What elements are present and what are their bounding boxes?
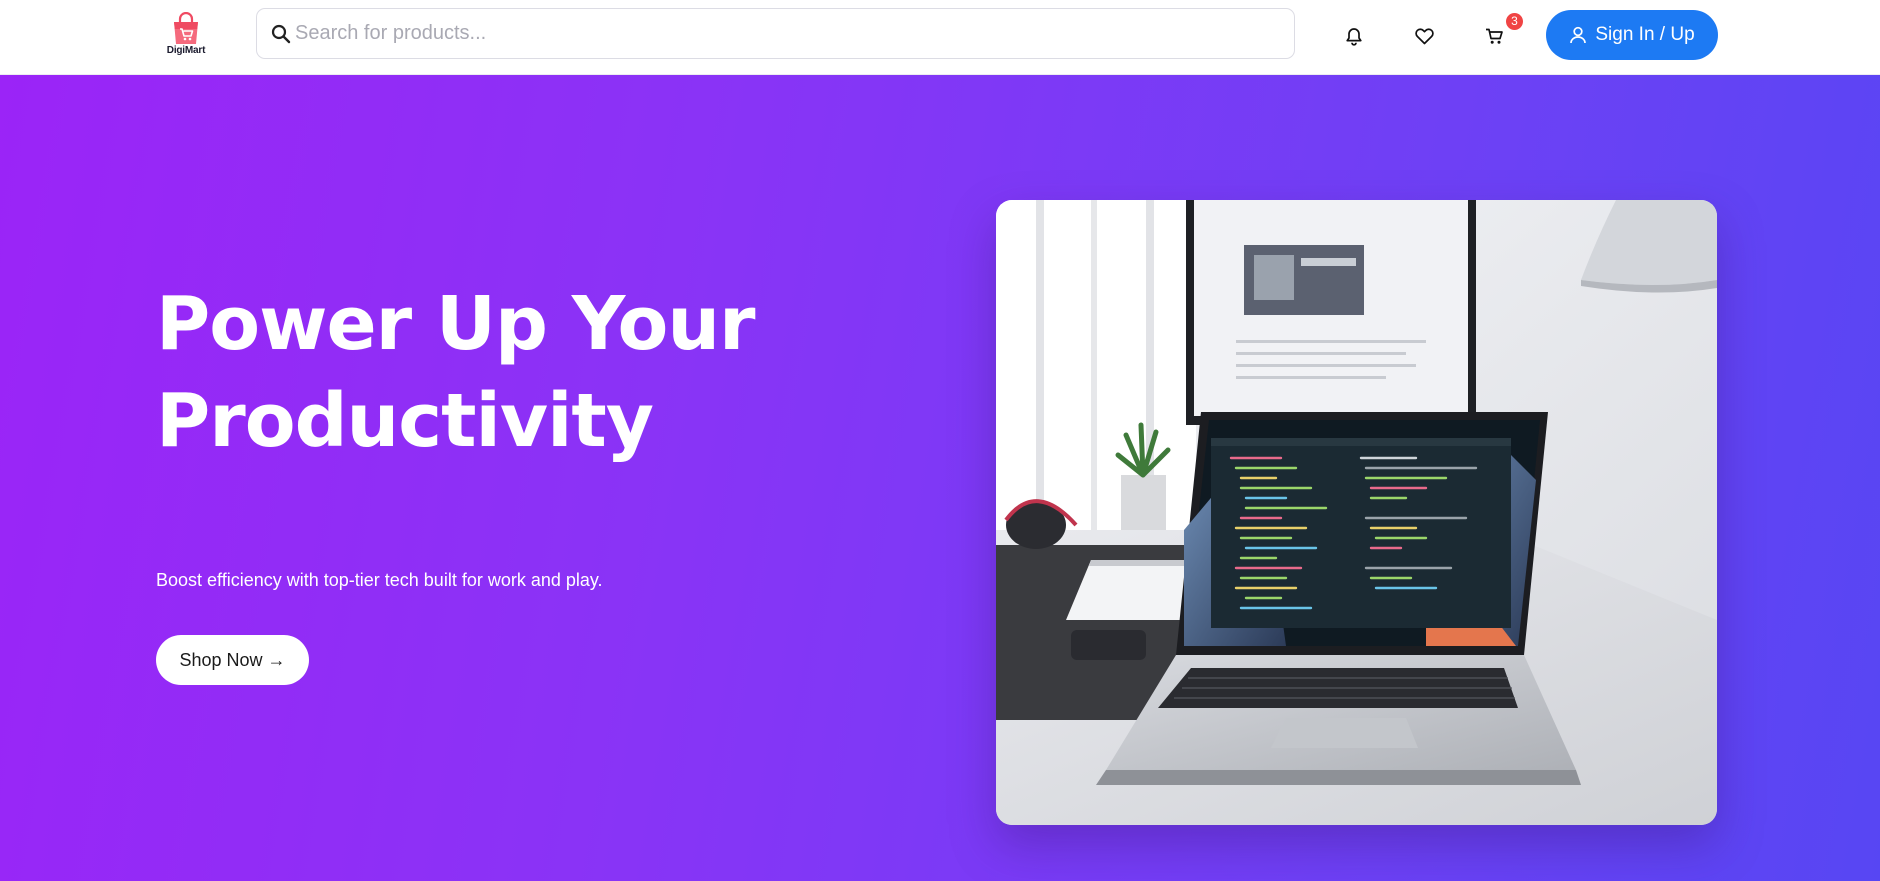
hero-image xyxy=(996,200,1717,825)
notifications-button[interactable] xyxy=(1336,18,1372,54)
heart-icon xyxy=(1414,27,1434,44)
sign-in-label: Sign In / Up xyxy=(1595,24,1695,45)
sign-in-button[interactable]: Sign In / Up xyxy=(1546,10,1718,60)
search-icon xyxy=(271,24,291,44)
hero-title: Power Up Your Productivity xyxy=(156,276,856,470)
logo-text: DigiMart xyxy=(166,45,206,56)
top-nav-bar: DigiMart 3 Sign In / Up xyxy=(0,0,1880,75)
shop-now-button[interactable]: Shop Now → xyxy=(156,635,309,685)
hero-subtitle: Boost efficiency with top-tier tech buil… xyxy=(156,570,603,590)
shopping-bag-icon xyxy=(174,12,198,44)
user-icon xyxy=(1570,26,1587,44)
bell-icon xyxy=(1346,27,1362,46)
digimart-logo[interactable]: DigiMart xyxy=(160,10,212,60)
search-bar[interactable] xyxy=(256,8,1295,59)
wishlist-button[interactable] xyxy=(1406,18,1442,54)
cart-icon xyxy=(1485,28,1503,44)
cart-count-badge: 3 xyxy=(1506,13,1523,30)
laptop-desk-photo xyxy=(996,200,1717,825)
hero-title-line-1: Power Up Your xyxy=(156,281,756,367)
search-input[interactable] xyxy=(295,9,1275,58)
hero-title-line-2: Productivity xyxy=(156,378,654,464)
